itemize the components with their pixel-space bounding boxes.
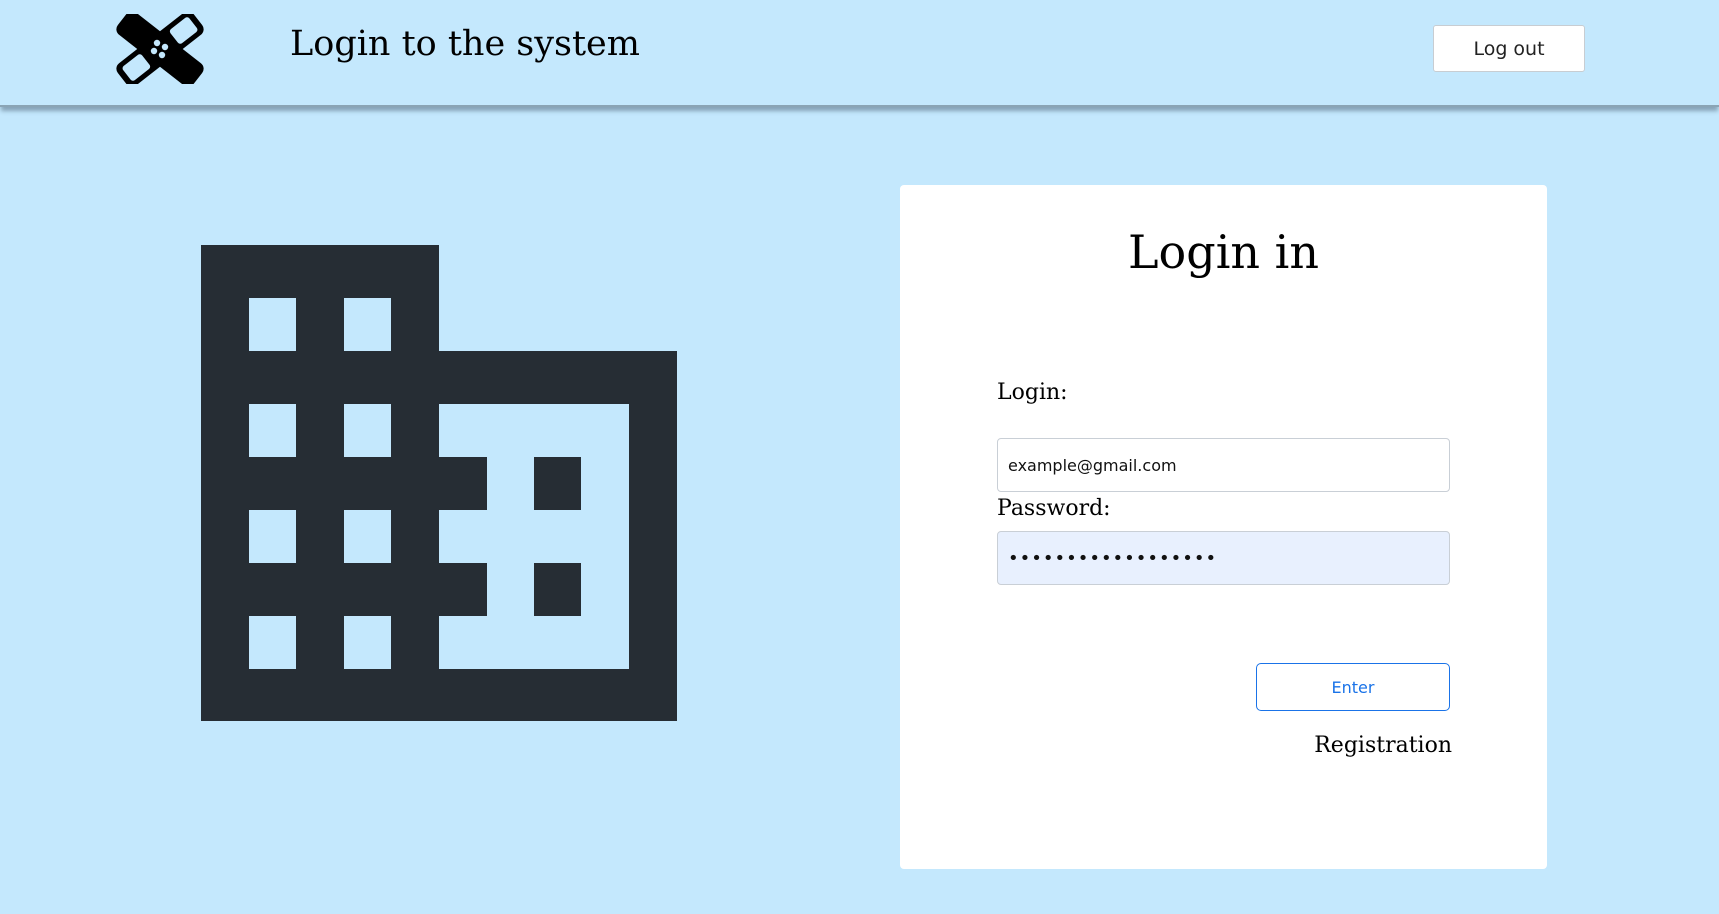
building-icon xyxy=(201,245,677,721)
password-input[interactable] xyxy=(997,531,1450,585)
app-header: Login to the system Log out xyxy=(0,0,1719,107)
login-card-title: Login in xyxy=(1128,225,1319,279)
bandage-icon[interactable] xyxy=(114,14,206,84)
login-input[interactable] xyxy=(997,438,1450,492)
page-title: Login to the system xyxy=(290,24,640,64)
registration-link[interactable]: Registration xyxy=(1290,733,1452,758)
login-label: Login: xyxy=(997,380,1068,405)
enter-button[interactable]: Enter xyxy=(1256,663,1450,711)
password-label: Password: xyxy=(997,496,1111,521)
login-card: Login in Login: Password: Enter Registra… xyxy=(900,185,1547,869)
logout-button[interactable]: Log out xyxy=(1433,25,1585,72)
